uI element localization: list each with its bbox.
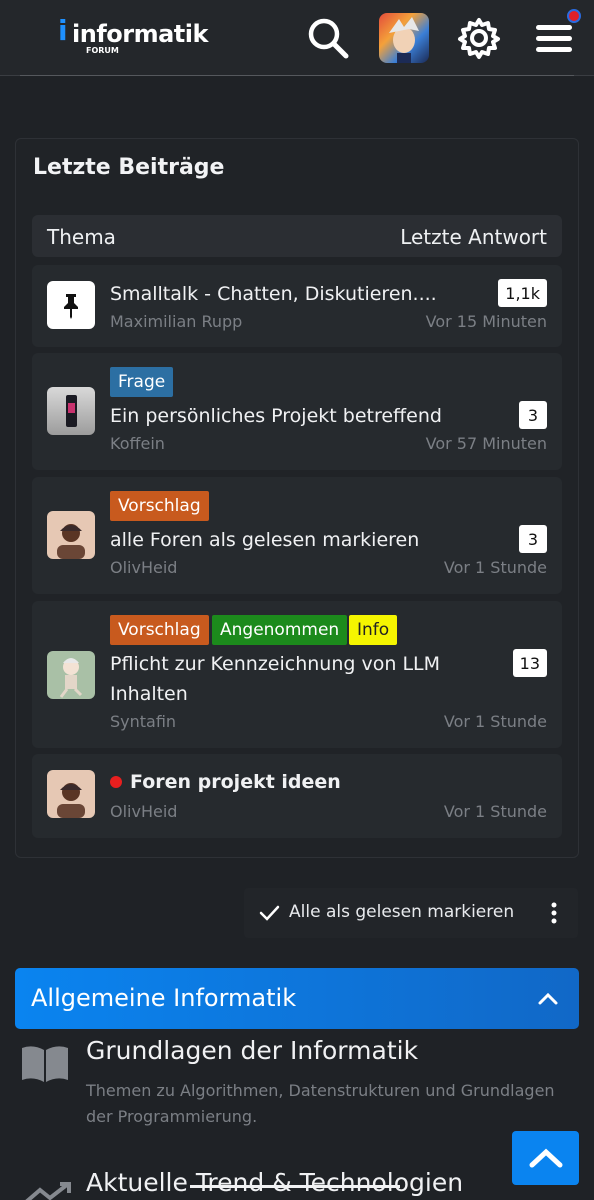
category-header[interactable]: Allgemeine Informatik [15, 968, 579, 1029]
latest-posts-panel: Letzte Beiträge Thema Letzte Antwort Sma… [15, 138, 579, 858]
divider [20, 75, 574, 76]
thread-author[interactable]: Syntafin [110, 712, 176, 731]
checkmark-icon [258, 902, 280, 928]
chevron-up-icon [529, 1148, 562, 1168]
panel-title: Letzte Beiträge [33, 155, 225, 180]
list-item[interactable]: Vorschlag Angenommen Info Pflicht zur Ke… [32, 601, 562, 748]
notification-dot [567, 9, 581, 23]
thread-title-line2[interactable]: Inhalten [110, 679, 188, 709]
site-logo[interactable]: i informatik FORUM [58, 14, 208, 58]
thread-author[interactable]: Koffein [110, 434, 165, 453]
avatar [47, 387, 95, 435]
thread-author[interactable]: OlivHeid [110, 558, 177, 577]
mark-all-read-bar: Alle als gelesen markieren [244, 888, 578, 938]
category-title: Allgemeine Informatik [31, 984, 297, 1012]
thread-title[interactable]: Smalltalk - Chatten, Diskutieren.... [110, 279, 437, 309]
gear-icon[interactable] [455, 14, 503, 62]
mark-all-read-button[interactable]: Alle als gelesen markieren [289, 902, 514, 922]
unread-indicator [110, 776, 122, 788]
tag-vorschlag[interactable]: Vorschlag [110, 491, 209, 521]
tag-frage[interactable]: Frage [110, 367, 174, 397]
thread-author[interactable]: OlivHeid [110, 802, 177, 821]
thread-time: Vor 1 Stunde [443, 712, 547, 731]
tag-vorschlag[interactable]: Vorschlag [110, 615, 209, 645]
reply-count: 1,1k [498, 279, 547, 307]
list-item[interactable]: Vorschlag alle Foren als gelesen markier… [32, 477, 562, 594]
thread-time: Vor 1 Stunde [443, 558, 547, 577]
forum-title[interactable]: Aktuelle Trend & Technologien [86, 1168, 463, 1197]
logo-text: informatik [72, 20, 208, 48]
thread-title[interactable]: Ein persönliches Projekt betreffend [110, 401, 442, 431]
thread-title-line1[interactable]: Pflicht zur Kennzeichnung von LLM [110, 649, 440, 679]
thread-title[interactable]: alle Foren als gelesen markieren [110, 525, 419, 555]
forum-title[interactable]: Grundlagen der Informatik [86, 1036, 418, 1065]
column-topic: Thema [47, 225, 116, 249]
logo-subtext: FORUM [86, 46, 119, 55]
search-icon[interactable] [304, 14, 352, 62]
list-item[interactable]: Smalltalk - Chatten, Diskutieren.... Max… [32, 265, 562, 347]
tag-angenommen[interactable]: Angenommen [212, 615, 348, 645]
chevron-up-icon[interactable] [537, 988, 559, 1014]
thread-time: Vor 1 Stunde [443, 802, 547, 821]
thread-time: Vor 57 Minuten [425, 434, 547, 453]
table-header: Thema Letzte Antwort [32, 215, 562, 257]
forum-description: Themen zu Algorithmen, Datenstrukturen u… [86, 1081, 555, 1126]
trend-icon [24, 1180, 72, 1200]
reply-count: 13 [512, 649, 547, 677]
site-header: i informatik FORUM [0, 0, 594, 76]
thread-title[interactable]: Foren projekt ideen [130, 767, 341, 797]
avatar [47, 651, 95, 699]
scroll-to-top-button[interactable] [512, 1131, 579, 1185]
strikethrough-line [190, 1185, 400, 1188]
list-item[interactable]: Foren projekt ideen OlivHeid Vor 1 Stund… [32, 754, 562, 838]
reply-count: 3 [519, 525, 547, 553]
avatar [47, 770, 95, 818]
thread-time: Vor 15 Minuten [425, 312, 547, 331]
avatar [47, 511, 95, 559]
column-last-reply: Letzte Antwort [400, 225, 547, 249]
thread-author[interactable]: Maximilian Rupp [110, 312, 242, 331]
more-options-icon[interactable] [550, 901, 558, 929]
pin-icon [47, 281, 95, 329]
list-item[interactable]: Frage Ein persönliches Projekt betreffen… [32, 353, 562, 470]
reply-count: 3 [519, 401, 547, 429]
tag-info[interactable]: Info [349, 615, 398, 645]
book-icon [20, 1044, 70, 1088]
user-avatar[interactable] [379, 13, 429, 63]
